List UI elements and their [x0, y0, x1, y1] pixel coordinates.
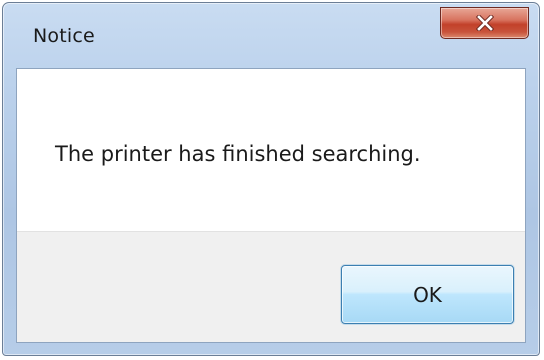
window-title: Notice: [33, 25, 95, 47]
button-area: OK: [17, 231, 525, 342]
close-icon: [475, 15, 494, 31]
close-button[interactable]: [440, 7, 529, 39]
message-text: The printer has finished searching.: [55, 142, 421, 166]
notice-dialog: Notice The printer has finished searchin…: [2, 2, 540, 356]
message-area: The printer has finished searching.: [17, 69, 525, 231]
dialog-content: The printer has finished searching. OK: [16, 68, 526, 343]
ok-button[interactable]: OK: [341, 265, 514, 324]
title-bar[interactable]: Notice: [3, 3, 539, 65]
